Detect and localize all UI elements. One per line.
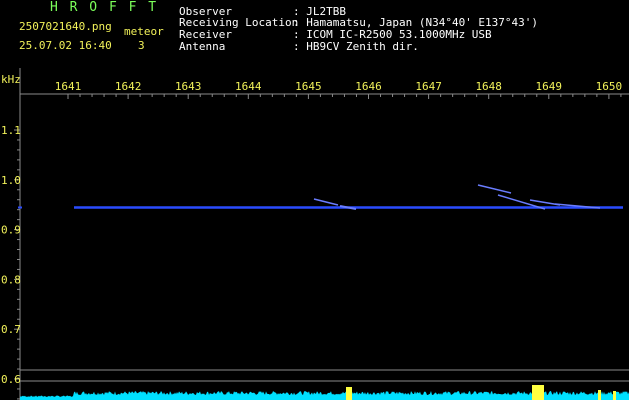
time-tick-label: 1648	[475, 80, 502, 93]
time-tick-label: 1649	[536, 80, 563, 93]
meteor-echo	[477, 184, 512, 194]
frequency-tick-label: 1.1	[1, 124, 21, 137]
time-tick-label: 1642	[115, 80, 142, 93]
time-tick-label: 1647	[415, 80, 442, 93]
time-tick-label: 1643	[175, 80, 202, 93]
noise-peak	[613, 391, 616, 400]
time-tick-label: 1645	[295, 80, 322, 93]
frequency-tick-label: 1.0	[1, 174, 21, 187]
frequency-tick-label: 0.8	[1, 273, 21, 286]
time-tick-label: 1641	[55, 80, 82, 93]
frequency-tick-label: 0.9	[1, 224, 21, 237]
frequency-tick-label: 0.7	[1, 323, 21, 336]
noise-peak	[346, 387, 352, 400]
meteor-echo	[313, 198, 339, 206]
frequency-tick-label: 0.6	[1, 373, 21, 386]
noise-peak	[598, 390, 601, 400]
time-tick-label: 1644	[235, 80, 262, 93]
time-tick-label: 1646	[355, 80, 382, 93]
time-tick-label: 1650	[596, 80, 623, 93]
noise-peak	[532, 385, 544, 400]
spectrogram-screen: H R O F F T 2507021640.png 25.07.02 16:4…	[0, 0, 629, 400]
spectrogram-plot: 1641 1642 1643 1644 1645 1646 1647 1648 1649 1650…	[1, 68, 629, 400]
